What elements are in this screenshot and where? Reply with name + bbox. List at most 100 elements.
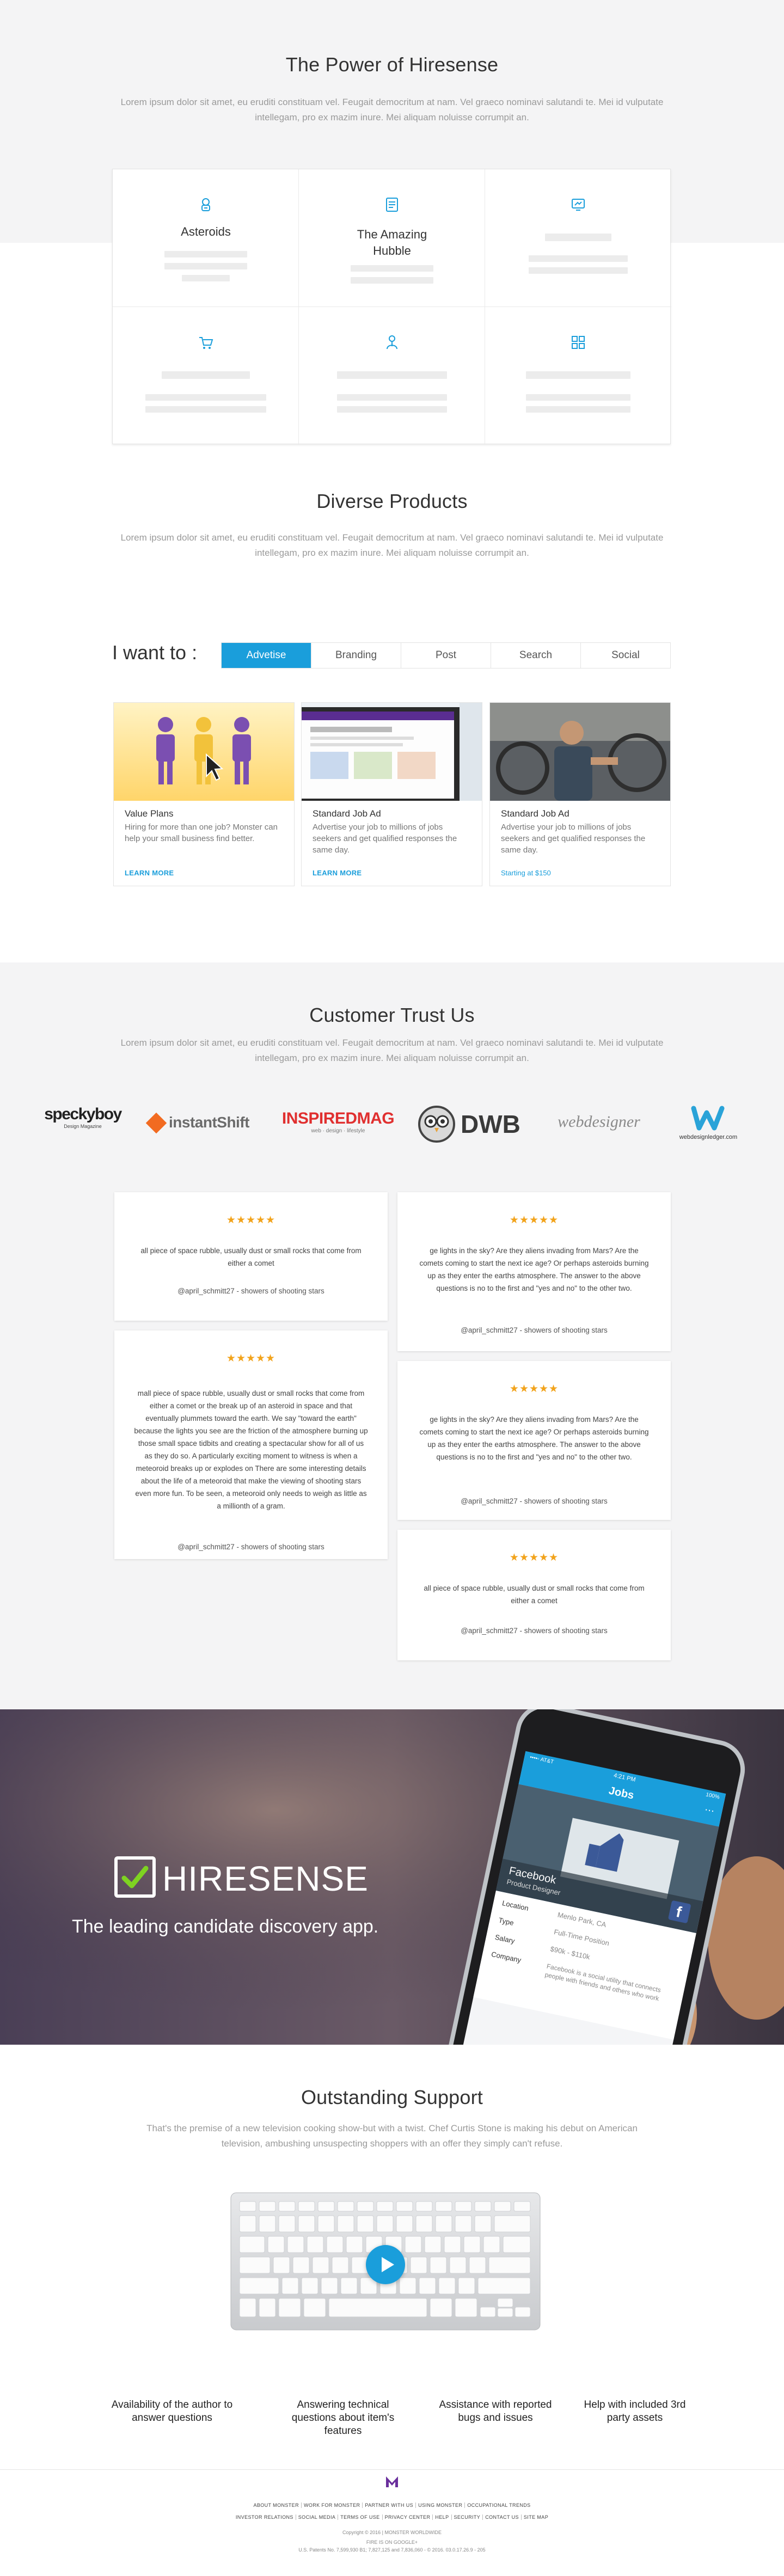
- footer-link[interactable]: PRIVACY CENTER: [382, 2514, 433, 2520]
- speckyboy-logo[interactable]: speckyboy Design Magazine: [39, 1105, 126, 1143]
- testimonial-author: @april_schmitt27 - showers of shooting s…: [461, 1326, 608, 1334]
- card-learn-more-link[interactable]: LEARN MORE: [313, 869, 362, 877]
- card-learn-more-link[interactable]: LEARN MORE: [125, 869, 174, 877]
- inspiredmag-logo[interactable]: INSPIREDMAG web · design · lifestyle: [281, 1105, 395, 1143]
- diverse-lead: Lorem ipsum dolor sit amet, eu eruditi c…: [120, 532, 664, 558]
- placeholder-line: [526, 394, 630, 401]
- instantshift-wordmark: instantShift: [169, 1114, 250, 1131]
- support-lead: That's the premise of a new television c…: [146, 2123, 638, 2149]
- instantshift-logo[interactable]: instantShift: [145, 1105, 261, 1143]
- placeholder-line: [529, 267, 628, 274]
- testimonial-author: @april_schmitt27 - showers of shooting s…: [461, 1497, 608, 1505]
- footer-link[interactable]: PARTNER WITH US: [363, 2503, 416, 2508]
- testimonial-author: @april_schmitt27 - showers of shooting s…: [461, 1627, 608, 1635]
- detail-label: Type: [498, 1916, 515, 1927]
- keyboard-video[interactable]: [229, 2183, 542, 2335]
- product-card-value-plans[interactable]: Value Plans Hiring for more than one job…: [113, 702, 295, 886]
- feature-cell-6[interactable]: [485, 307, 671, 445]
- card-title: Value Plans: [125, 808, 174, 819]
- footer-link[interactable]: TERMS OF USE: [338, 2514, 383, 2520]
- support-title: Outstanding Support: [301, 2086, 483, 2108]
- footer-link[interactable]: OCCUPATIONAL TRENDS: [465, 2503, 532, 2508]
- speckyboy-subtitle: Design Magazine: [64, 1124, 102, 1129]
- card-desc: Hiring for more than one job? Monster ca…: [125, 823, 278, 843]
- card-desc: Advertise your job to millions of jobs s…: [313, 823, 457, 855]
- detail-value: $90k - $110k: [549, 1945, 591, 1961]
- play-button[interactable]: [366, 2245, 405, 2284]
- rating-stars: ★★★★★: [226, 1215, 276, 1226]
- job-ad-screen-image: [302, 703, 482, 801]
- grid-icon: [570, 334, 586, 351]
- feature-cell-hubble[interactable]: The Amazing Hubble: [299, 169, 485, 307]
- feature-cell-4[interactable]: [113, 307, 299, 445]
- testimonial-card: ★★★★★ all piece of space rubble, usually…: [114, 1192, 388, 1321]
- footer-link[interactable]: ABOUT MONSTER: [251, 2503, 302, 2508]
- w-mark-icon: [691, 1106, 725, 1131]
- placeholder-title: [545, 234, 611, 241]
- placeholder-line: [529, 255, 628, 262]
- want-label: I want to :: [112, 641, 198, 664]
- testimonial-quote: ge lights in the sky? Are they aliens in…: [419, 1415, 649, 1461]
- testimonial-quote: mall piece of space rubble, usually dust…: [134, 1389, 368, 1510]
- detail-value: Menlo Park, CA: [556, 1910, 607, 1929]
- rating-stars: ★★★★★: [509, 1552, 559, 1563]
- footer-link[interactable]: SOCIAL MEDIA: [296, 2514, 339, 2520]
- support-feature: Assistance with reported bugs and issues: [439, 2399, 552, 2424]
- testimonial-quote: ge lights in the sky? Are they aliens in…: [419, 1247, 649, 1292]
- feature-grid: Asteroids The Amazing Hubble: [112, 169, 671, 445]
- webdesigner-logo[interactable]: webdesigner: [550, 1105, 648, 1143]
- phone-battery: 100%: [705, 1792, 720, 1801]
- testimonial-card: ★★★★★ all piece of space rubble, usually…: [397, 1530, 671, 1660]
- detail-label: Salary: [494, 1933, 516, 1946]
- footer-link[interactable]: HELP: [433, 2514, 452, 2520]
- footer-legal-2: U.S. Patents No. 7,599,930 B1; 7,827,125…: [298, 2547, 486, 2553]
- footer-link[interactable]: INVESTOR RELATIONS: [233, 2514, 296, 2520]
- rating-stars: ★★★★★: [226, 1353, 276, 1364]
- tab-advertise[interactable]: Advetise: [222, 643, 311, 668]
- testimonial-card: ★★★★★ ge lights in the sky? Are they ali…: [397, 1361, 671, 1520]
- footer-link[interactable]: CONTACT US: [483, 2514, 522, 2520]
- footer-link[interactable]: USING MONSTER: [416, 2503, 465, 2508]
- placeholder-line: [164, 251, 247, 257]
- footer-link[interactable]: SECURITY: [451, 2514, 483, 2520]
- feature-cell-5[interactable]: [299, 307, 485, 445]
- footer-links-row-1: ABOUT MONSTER WORK FOR MONSTER PARTNER WIT…: [0, 2503, 784, 2508]
- diverse-title: Diverse Products: [316, 490, 468, 512]
- satellite-icon: [570, 197, 586, 213]
- value-plans-image: [114, 703, 294, 801]
- inspiredmag-wordmark: INSPIREDMAG: [281, 1109, 395, 1127]
- feature-cell-3[interactable]: [485, 169, 671, 307]
- placeholder-line: [337, 394, 447, 401]
- placeholder-line: [337, 406, 447, 413]
- power-title: The Power of Hiresense: [285, 53, 499, 76]
- footer-link[interactable]: WORK FOR MONSTER: [301, 2503, 363, 2508]
- webdesignledger-logo[interactable]: webdesignledger.com: [667, 1105, 749, 1143]
- feature-title: The Amazing Hubble: [357, 228, 427, 257]
- placeholder-title: [337, 371, 447, 379]
- rating-stars: ★★★★★: [509, 1215, 559, 1226]
- tab-social[interactable]: Social: [581, 643, 670, 668]
- placeholder-line: [182, 275, 230, 281]
- card-title: Standard Job Ad: [313, 808, 381, 819]
- webdesignledger-wordmark: webdesignledger.com: [679, 1134, 738, 1140]
- card-price-link[interactable]: Starting at $150: [501, 869, 551, 877]
- footer-link[interactable]: SITE MAP: [522, 2514, 550, 2520]
- product-card-standard-job-ad[interactable]: Standard Job Ad Advertise your job to mi…: [301, 702, 482, 886]
- monster-logo-icon[interactable]: [385, 2475, 399, 2488]
- hiresense-check-icon: [114, 1856, 156, 1898]
- feature-title: Asteroids: [181, 225, 231, 238]
- instantshift-mark-icon: [145, 1112, 167, 1134]
- card-desc: Advertise your job to millions of jobs s…: [501, 823, 646, 855]
- footer-legal-1: FIRE IS ON GOOGLE+: [366, 2540, 418, 2545]
- feature-cell-asteroids[interactable]: Asteroids: [113, 169, 299, 307]
- placeholder-line: [351, 265, 433, 272]
- detail-value: Facebook is a social utility that connec…: [544, 1962, 662, 2003]
- product-card-standard-job-ad-2[interactable]: Standard Job Ad Advertise your job to mi…: [489, 702, 671, 886]
- dwb-logo[interactable]: DWB: [417, 1105, 531, 1143]
- footer-copyright: Copyright © 2016 | MONSTER WORLDWIDE: [342, 2530, 442, 2535]
- person-icon: [384, 334, 400, 351]
- tab-post[interactable]: Post: [401, 643, 491, 668]
- tab-branding[interactable]: Branding: [311, 643, 401, 668]
- placeholder-line: [145, 394, 266, 401]
- tab-search[interactable]: Search: [491, 643, 581, 668]
